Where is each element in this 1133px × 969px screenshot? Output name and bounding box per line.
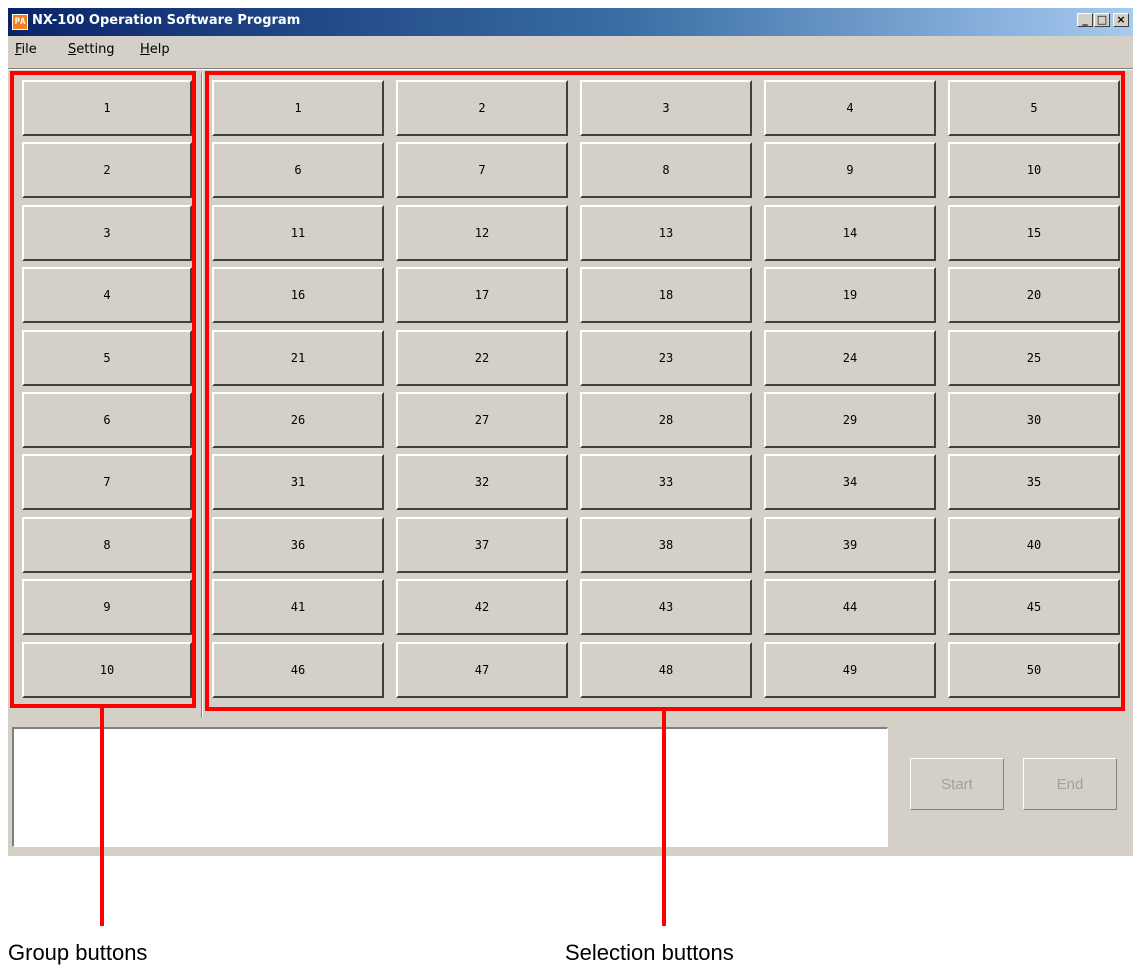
selection-button-36[interactable]: 36 — [212, 516, 384, 573]
selection-button-47[interactable]: 47 — [396, 641, 568, 698]
selection-button-13[interactable]: 13 — [580, 204, 752, 261]
group-button-8[interactable]: 8 — [22, 516, 192, 573]
selection-button-3[interactable]: 3 — [580, 80, 752, 136]
selection-button-22[interactable]: 22 — [396, 329, 568, 386]
group-button-7[interactable]: 7 — [22, 454, 192, 511]
selection-button-38[interactable]: 38 — [580, 516, 752, 573]
selection-button-40[interactable]: 40 — [948, 516, 1120, 573]
selection-button-27[interactable]: 27 — [396, 392, 568, 448]
selection-button-42[interactable]: 42 — [396, 579, 568, 636]
selection-button-15[interactable]: 15 — [948, 204, 1120, 261]
selection-button-33[interactable]: 33 — [580, 454, 752, 511]
selection-button-6[interactable]: 6 — [212, 142, 384, 199]
close-button[interactable]: × — [1113, 13, 1129, 27]
selection-button-12[interactable]: 12 — [396, 204, 568, 261]
selection-button-1[interactable]: 1 — [212, 80, 384, 136]
selection-button-24[interactable]: 24 — [764, 329, 936, 386]
selection-button-5[interactable]: 5 — [948, 80, 1120, 136]
selection-button-18[interactable]: 18 — [580, 267, 752, 324]
panel-splitter[interactable] — [201, 73, 203, 718]
title-bar[interactable]: PA NX-100 Operation Software Program _ □… — [8, 8, 1133, 36]
menu-setting-label: etting — [76, 42, 115, 57]
menu-help-mnemonic: H — [140, 42, 150, 57]
maximize-button[interactable]: □ — [1094, 13, 1110, 27]
selection-button-30[interactable]: 30 — [948, 392, 1120, 448]
selection-button-23[interactable]: 23 — [580, 329, 752, 386]
minimize-button[interactable]: _ — [1077, 13, 1093, 27]
app-icon: PA — [12, 14, 28, 30]
selection-button-10[interactable]: 10 — [948, 142, 1120, 199]
selection-button-19[interactable]: 19 — [764, 267, 936, 324]
menu-help-label: elp — [149, 42, 170, 57]
start-button[interactable]: Start — [910, 758, 1004, 810]
menu-bar: File Setting Help — [8, 38, 1133, 60]
selection-button-41[interactable]: 41 — [212, 579, 384, 636]
selection-button-43[interactable]: 43 — [580, 579, 752, 636]
group-button-10[interactable]: 10 — [22, 641, 192, 698]
selection-button-16[interactable]: 16 — [212, 267, 384, 324]
selection-button-25[interactable]: 25 — [948, 329, 1120, 386]
selection-button-8[interactable]: 8 — [580, 142, 752, 199]
menu-separator — [8, 68, 1133, 70]
menu-setting[interactable]: Setting — [68, 42, 115, 57]
selection-button-35[interactable]: 35 — [948, 454, 1120, 511]
selection-button-17[interactable]: 17 — [396, 267, 568, 324]
selection-button-4[interactable]: 4 — [764, 80, 936, 136]
selection-button-29[interactable]: 29 — [764, 392, 936, 448]
selection-button-11[interactable]: 11 — [212, 204, 384, 261]
selection-leader-line — [662, 711, 666, 926]
group-button-9[interactable]: 9 — [22, 579, 192, 636]
group-button-1[interactable]: 1 — [22, 80, 192, 136]
selection-button-9[interactable]: 9 — [764, 142, 936, 199]
selection-button-45[interactable]: 45 — [948, 579, 1120, 636]
group-button-4[interactable]: 4 — [22, 267, 192, 324]
group-button-2[interactable]: 2 — [22, 142, 192, 199]
selection-button-44[interactable]: 44 — [764, 579, 936, 636]
group-button-5[interactable]: 5 — [22, 329, 192, 386]
selection-button-7[interactable]: 7 — [396, 142, 568, 199]
selection-button-32[interactable]: 32 — [396, 454, 568, 511]
menu-file-label: ile — [21, 42, 37, 57]
selection-button-46[interactable]: 46 — [212, 641, 384, 698]
selection-button-39[interactable]: 39 — [764, 516, 936, 573]
end-button[interactable]: End — [1023, 758, 1117, 810]
selection-button-28[interactable]: 28 — [580, 392, 752, 448]
selection-button-21[interactable]: 21 — [212, 329, 384, 386]
selection-button-37[interactable]: 37 — [396, 516, 568, 573]
selection-button-2[interactable]: 2 — [396, 80, 568, 136]
selection-button-14[interactable]: 14 — [764, 204, 936, 261]
selection-button-34[interactable]: 34 — [764, 454, 936, 511]
group-buttons-caption: Group buttons — [8, 940, 148, 965]
group-button-6[interactable]: 6 — [22, 392, 192, 448]
menu-file[interactable]: File — [15, 42, 37, 57]
selection-button-31[interactable]: 31 — [212, 454, 384, 511]
selection-button-48[interactable]: 48 — [580, 641, 752, 698]
window-title: NX-100 Operation Software Program — [32, 13, 301, 28]
message-panel[interactable] — [12, 727, 888, 847]
selection-buttons-caption: Selection buttons — [565, 940, 734, 965]
selection-button-26[interactable]: 26 — [212, 392, 384, 448]
group-leader-line — [100, 708, 104, 926]
selection-button-49[interactable]: 49 — [764, 641, 936, 698]
selection-button-20[interactable]: 20 — [948, 267, 1120, 324]
group-button-3[interactable]: 3 — [22, 204, 192, 261]
selection-button-50[interactable]: 50 — [948, 641, 1120, 698]
menu-help[interactable]: Help — [140, 42, 170, 57]
